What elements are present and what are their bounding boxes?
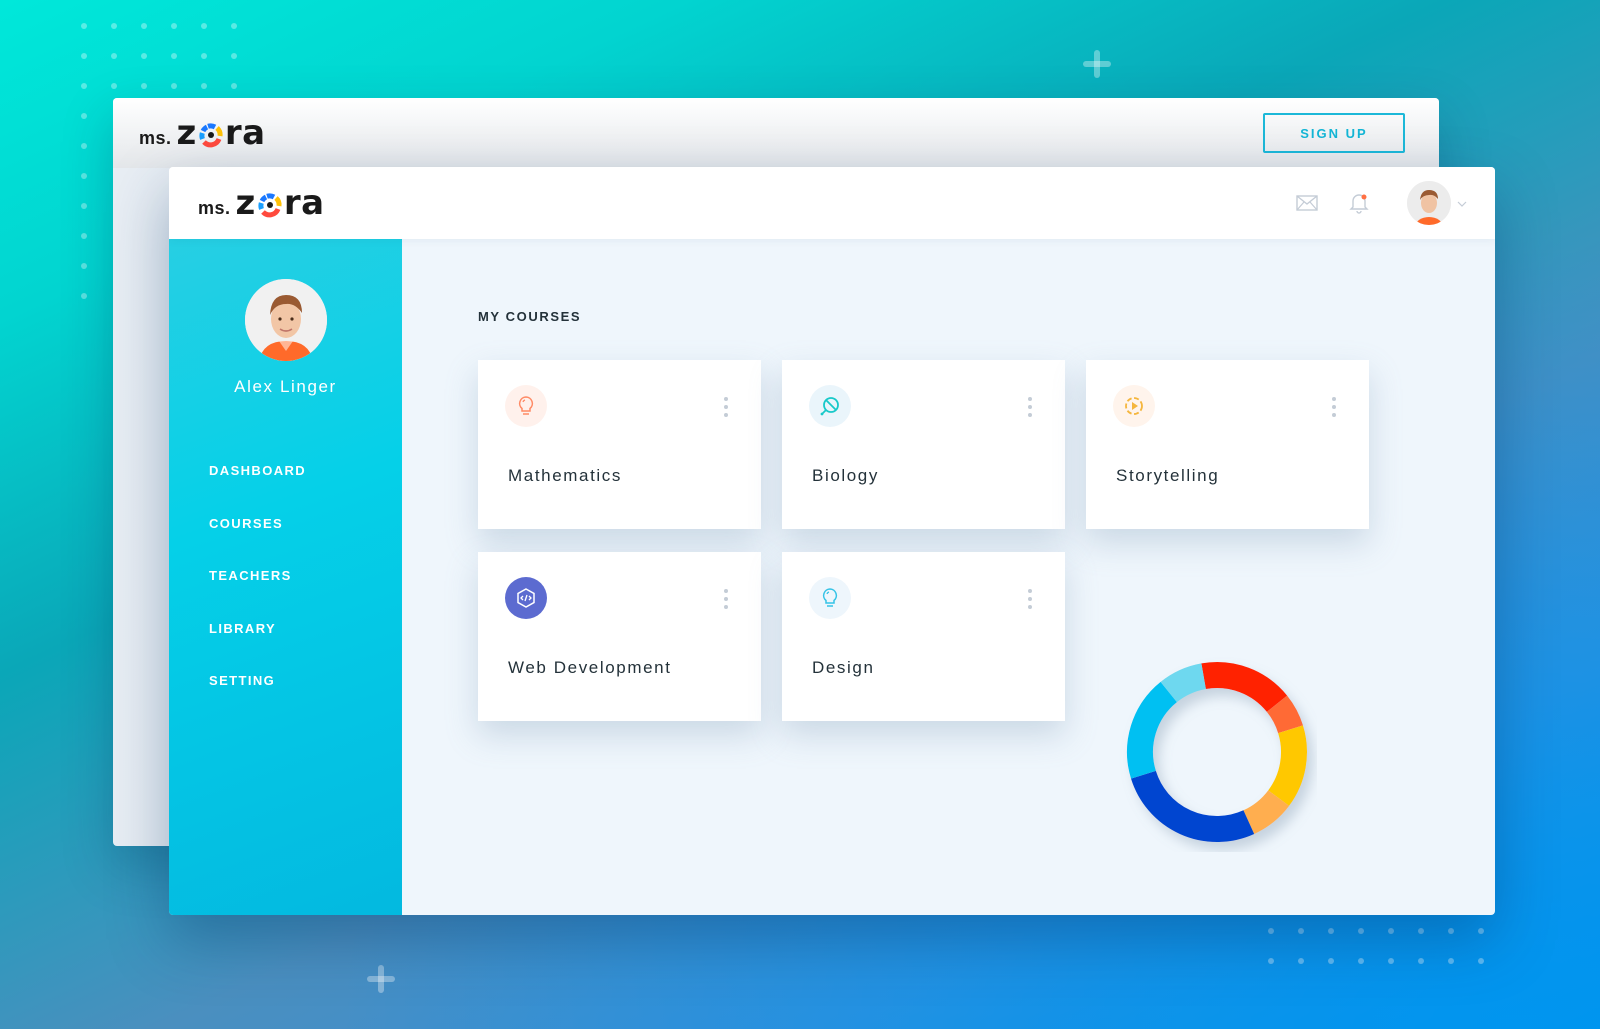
course-title: Mathematics <box>508 466 622 485</box>
decorative-dots-top-left <box>81 23 237 89</box>
more-options-icon[interactable] <box>1025 589 1035 609</box>
leaf-icon <box>809 385 851 427</box>
logo-prefix: ms. <box>139 128 172 148</box>
logo-prefix: ms. <box>198 198 231 218</box>
app-window: ms. z ra Alex Linger DASHBOARD COURSES T… <box>169 167 1495 915</box>
logo-wordmark: z ra <box>236 183 325 223</box>
logo-ring-icon <box>199 123 223 148</box>
profile: Alex Linger <box>169 279 402 397</box>
bell-icon[interactable] <box>1347 191 1371 215</box>
donut-segment-3 <box>1242 789 1290 834</box>
course-card-web-development[interactable]: Web Development <box>478 552 761 721</box>
sidebar-item-teachers[interactable]: TEACHERS <box>209 566 306 619</box>
decorative-dots-bottom-right <box>1268 928 1484 964</box>
play-circle-icon <box>1113 385 1155 427</box>
decorative-dots-left-column <box>81 113 87 299</box>
user-avatar[interactable] <box>1407 181 1451 225</box>
logo[interactable]: ms. z ra <box>139 113 266 153</box>
logo-ring-icon <box>258 193 282 218</box>
course-card-design[interactable]: Design <box>782 552 1065 721</box>
donut-segment-6 <box>1160 663 1207 703</box>
lightbulb-icon <box>809 577 851 619</box>
course-title: Storytelling <box>1116 466 1220 485</box>
lightbulb-icon <box>505 385 547 427</box>
course-card-biology[interactable]: Biology <box>782 360 1065 529</box>
sidebar-item-courses[interactable]: COURSES <box>209 514 306 567</box>
logo-letter: z <box>176 113 197 153</box>
profile-avatar[interactable] <box>244 279 327 361</box>
logo-letters: ra <box>224 113 266 153</box>
back-window-header: ms. z ra SIGN UP <box>113 98 1439 168</box>
more-options-icon[interactable] <box>1025 397 1035 417</box>
sidebar: Alex Linger DASHBOARD COURSES TEACHERS L… <box>169 239 402 915</box>
course-title: Design <box>812 658 875 677</box>
course-title: Biology <box>812 466 879 485</box>
donut-segment-2 <box>1267 725 1307 806</box>
donut-segment-1 <box>1266 695 1303 734</box>
sign-up-button[interactable]: SIGN UP <box>1263 113 1405 153</box>
course-card-mathematics[interactable]: Mathematics <box>478 360 761 529</box>
code-icon <box>505 577 547 619</box>
app-header: ms. z ra <box>169 167 1495 239</box>
donut-segment-0 <box>1201 662 1288 713</box>
donut-segment-5 <box>1127 681 1178 779</box>
notification-dot <box>1361 194 1367 200</box>
mail-icon[interactable] <box>1295 191 1319 215</box>
logo-letters: ra <box>283 183 325 223</box>
sidebar-item-library[interactable]: LIBRARY <box>209 619 306 672</box>
course-card-storytelling[interactable]: Storytelling <box>1086 360 1369 529</box>
section-title: MY COURSES <box>478 309 582 324</box>
more-options-icon[interactable] <box>721 589 731 609</box>
donut-segment-4 <box>1131 770 1255 842</box>
sidebar-item-setting[interactable]: SETTING <box>209 671 306 724</box>
header-actions <box>1295 181 1467 225</box>
chevron-down-icon[interactable] <box>1457 194 1467 212</box>
progress-donut-chart <box>1127 662 1307 842</box>
plus-decoration-icon <box>1083 50 1111 78</box>
more-options-icon[interactable] <box>721 397 731 417</box>
sidebar-item-dashboard[interactable]: DASHBOARD <box>209 461 306 514</box>
sidebar-nav: DASHBOARD COURSES TEACHERS LIBRARY SETTI… <box>209 461 306 724</box>
main-content: MY COURSES Mathematics Biology Storytell… <box>402 239 1495 915</box>
plus-decoration-icon <box>367 965 395 993</box>
more-options-icon[interactable] <box>1329 397 1339 417</box>
logo[interactable]: ms. z ra <box>198 183 325 223</box>
course-title: Web Development <box>508 658 672 677</box>
profile-name: Alex Linger <box>234 377 337 396</box>
logo-letter: z <box>235 183 256 223</box>
logo-wordmark: z ra <box>177 113 266 153</box>
